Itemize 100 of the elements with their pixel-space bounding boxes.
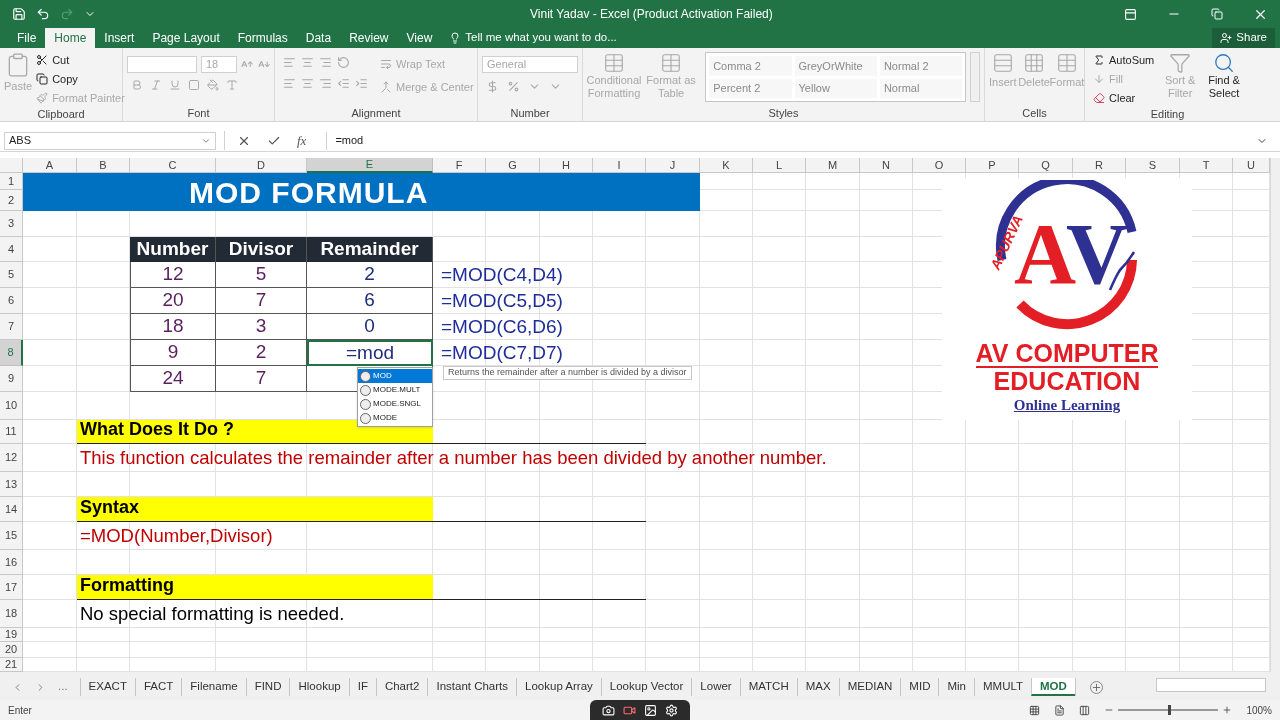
row-header[interactable]: 4 (0, 237, 23, 262)
settings-icon[interactable] (665, 703, 678, 717)
indent-decrease-icon[interactable] (337, 77, 350, 90)
row-header[interactable]: 14 (0, 497, 23, 522)
redo-icon[interactable] (60, 7, 74, 21)
ribbon-tab[interactable]: Home (45, 28, 96, 48)
row-header[interactable]: 5 (0, 262, 23, 288)
sheet-tab[interactable]: MID (900, 678, 939, 696)
column-header[interactable]: P (966, 158, 1019, 173)
find-select-button[interactable]: Find & Select (1206, 52, 1242, 106)
column-header[interactable]: N (860, 158, 913, 173)
column-header[interactable]: I (593, 158, 646, 173)
image-icon[interactable] (644, 703, 657, 717)
column-header[interactable]: T (1180, 158, 1233, 173)
row-header[interactable]: 20 (0, 642, 23, 658)
autocomplete-item[interactable]: MODE.MULT (358, 383, 432, 397)
share-button[interactable]: Share (1212, 28, 1275, 48)
column-header[interactable]: U (1233, 158, 1270, 173)
column-header[interactable]: E (307, 158, 433, 173)
horizontal-scrollbar[interactable] (1156, 678, 1266, 692)
column-header[interactable]: J (646, 158, 700, 173)
row-header[interactable]: 13 (0, 472, 23, 497)
dollar-icon[interactable] (486, 80, 499, 93)
fill-color-icon[interactable] (207, 79, 219, 91)
column-header[interactable]: M (806, 158, 860, 173)
autosum-button[interactable]: AutoSum (1093, 52, 1155, 68)
align-bottom-icon[interactable] (319, 56, 332, 69)
column-header[interactable]: Q (1019, 158, 1073, 173)
autocomplete-item[interactable]: MOD (358, 369, 432, 383)
indent-increase-icon[interactable] (355, 77, 368, 90)
column-header[interactable]: F (433, 158, 486, 173)
sheet-tab[interactable]: FIND (245, 678, 290, 696)
row-header[interactable]: 2 (0, 190, 23, 211)
zoom-thumb[interactable] (1168, 705, 1172, 715)
page-layout-icon[interactable] (1054, 704, 1066, 716)
name-box[interactable]: ABS (4, 131, 216, 150)
clear-button[interactable]: Clear (1093, 90, 1155, 106)
row-header[interactable]: 11 (0, 420, 23, 444)
row-header[interactable]: 19 (0, 628, 23, 642)
sheet-tab[interactable]: Chart2 (375, 678, 428, 696)
sheet-tab[interactable]: MATCH (739, 678, 797, 696)
ribbon-tab[interactable]: View (397, 28, 442, 48)
ribbon-tab[interactable]: Data (296, 28, 341, 48)
sheet-tab[interactable]: Lookup Vector (600, 678, 692, 696)
align-left-icon[interactable] (283, 77, 296, 90)
page-break-icon[interactable] (1079, 704, 1091, 716)
sheet-tab[interactable]: Lookup Array (516, 678, 601, 696)
vertical-scrollbar[interactable] (1270, 158, 1280, 672)
gallery-scroll[interactable] (970, 52, 980, 102)
row-header[interactable]: 16 (0, 550, 23, 575)
insert-function-button[interactable]: fx (297, 130, 307, 151)
italic-icon[interactable] (150, 79, 162, 91)
clipboard-button[interactable]: Cut (36, 52, 125, 68)
undo-icon[interactable] (36, 7, 50, 21)
column-header[interactable]: H (540, 158, 593, 173)
column-header[interactable]: S (1126, 158, 1180, 173)
row-header[interactable]: 10 (0, 392, 23, 420)
bold-icon[interactable] (131, 79, 143, 91)
normal-view-icon[interactable] (1029, 704, 1041, 716)
orientation-icon[interactable] (337, 56, 350, 69)
column-header[interactable]: A (23, 158, 77, 173)
row-header[interactable]: 9 (0, 366, 23, 392)
ribbon-tab[interactable]: Page Layout (143, 28, 229, 48)
sheet-tab[interactable]: EXACT (79, 678, 135, 696)
percent-icon[interactable] (507, 80, 520, 93)
sheet-tab[interactable]: Instant Charts (427, 678, 517, 696)
ribbon-tab[interactable]: Insert (95, 28, 144, 48)
row-header[interactable]: 18 (0, 600, 23, 628)
row-header[interactable]: 1 (0, 173, 23, 190)
ribbon-display-icon[interactable] (1124, 7, 1137, 21)
tell-me-field[interactable]: Tell me what you want to do... (465, 29, 617, 47)
zoom-in-icon[interactable] (1222, 705, 1233, 715)
align-top-icon[interactable] (283, 56, 296, 69)
column-header[interactable]: C (130, 158, 216, 173)
column-header[interactable]: K (700, 158, 753, 173)
column-header[interactable]: O (913, 158, 966, 173)
align-center-icon[interactable] (301, 77, 314, 90)
more-sheets-button[interactable]: ... (58, 678, 68, 696)
sheet-tab[interactable]: Filename (181, 678, 246, 696)
ribbon-tab[interactable]: File (8, 28, 46, 48)
restore-icon[interactable] (1211, 8, 1223, 20)
ribbon-tab[interactable]: Formulas (228, 28, 297, 48)
save-icon[interactable] (12, 7, 26, 21)
column-header[interactable]: G (486, 158, 540, 173)
column-header[interactable]: D (216, 158, 307, 173)
font-color-icon[interactable] (226, 79, 238, 91)
sheet-tab[interactable]: MEDIAN (838, 678, 901, 696)
sheet-tab[interactable]: MAX (796, 678, 839, 696)
row-header[interactable]: 17 (0, 575, 23, 600)
row-header[interactable]: 15 (0, 522, 23, 550)
row-header[interactable]: 21 (0, 658, 23, 672)
align-middle-icon[interactable] (301, 56, 314, 69)
row-header[interactable]: 3 (0, 211, 23, 237)
autocomplete-item[interactable]: MODE.SNGL (358, 397, 432, 411)
sheet-tab[interactable]: IF (348, 678, 376, 696)
column-header[interactable]: R (1073, 158, 1126, 173)
sheet-tab[interactable]: MOD (1031, 678, 1075, 696)
font-name-field[interactable] (127, 56, 197, 73)
row-header[interactable]: 7 (0, 314, 23, 340)
column-header[interactable]: L (753, 158, 806, 173)
